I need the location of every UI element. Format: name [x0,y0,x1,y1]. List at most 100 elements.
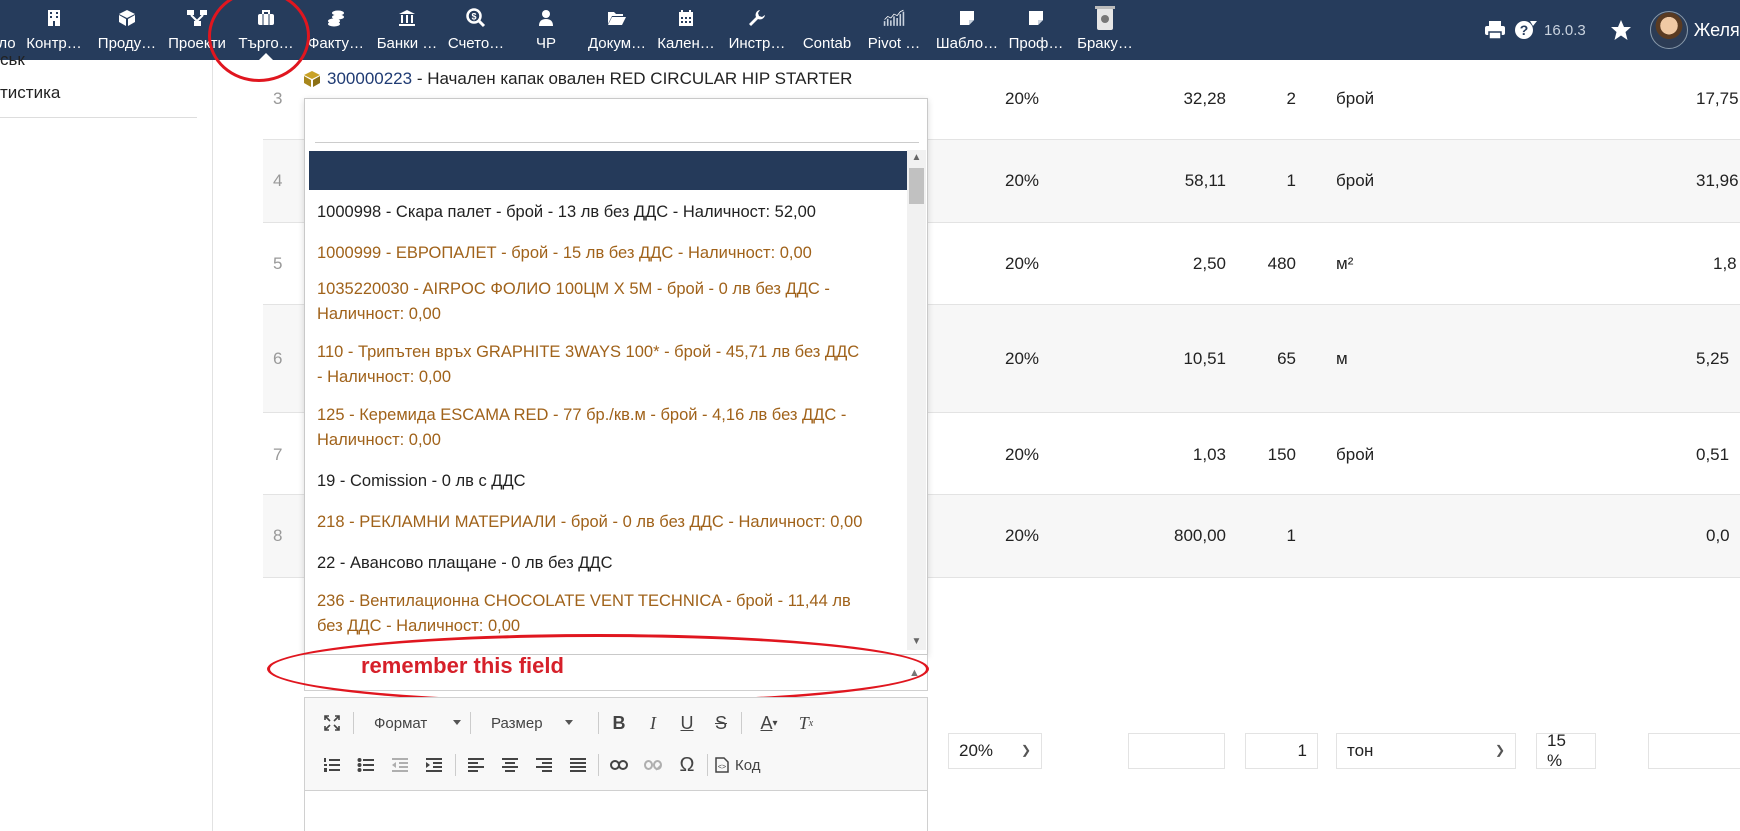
justify-icon[interactable] [565,752,591,778]
align-right-icon[interactable] [531,752,557,778]
nav-label: Браку… [1077,35,1133,52]
nav-item-waste[interactable]: Браку… [1074,0,1136,60]
row-number: 3 [273,89,283,108]
underline-icon[interactable]: U [674,710,700,736]
row-number: 6 [273,349,283,368]
product-dropdown: 1000998 - Скара палет - брой - 13 лв без… [304,98,928,655]
nav-label: Контр… [26,35,82,52]
dropdown-option[interactable]: 1035220030 - AIRPOC ФОЛИО 100ЦМ X 5М - б… [309,272,912,333]
row-vat: 20% [1005,171,1040,190]
row-number: 7 [273,445,283,464]
dropdown-option[interactable]: 1000999 - ЕВРОПАЛЕТ - брой - 15 лв без Д… [309,231,912,272]
toolbar-separator [598,754,599,776]
user-name[interactable]: Желя [1694,20,1740,41]
chevron-down-icon: ❯ [1494,743,1505,757]
nav-label: ЧР [535,35,556,52]
format-select[interactable]: Формат [360,710,465,736]
sidebar-item[interactable]: тистика [0,83,60,103]
italic-icon[interactable]: I [640,710,666,736]
toolbar-separator [470,712,471,734]
source-button[interactable]: <> Код [715,752,761,778]
row-price: 32,28 [1183,89,1226,108]
product-code-link[interactable]: 300000223 [327,69,412,89]
row-unit: брой [1336,171,1375,190]
indent-icon[interactable] [421,752,447,778]
toolbar-separator [455,754,456,776]
link-icon[interactable] [606,752,632,778]
align-center-icon[interactable] [497,752,523,778]
outdent-icon[interactable] [387,752,413,778]
row-price: 58,11 [1184,171,1226,190]
remove-format-icon[interactable]: Tx [793,710,819,736]
numbered-list-icon[interactable] [319,752,345,778]
special-char-icon[interactable]: Ω [674,752,700,778]
dropdown-option[interactable]: 218 - РЕКЛАМНИ МАТЕРИАЛИ - брой - 0 лв б… [309,500,912,541]
dropdown-option[interactable]: 22 - Авансово плащане - 0 лв без ДДС [309,541,912,582]
rich-text-editor: Формат Размер B I U S A ▾ Tx Ω <> Код [304,697,928,831]
dropdown-highlighted-option[interactable] [309,151,912,190]
dropdown-option[interactable]: 110 - Трипътен връх GRAPHITE 3WAYS 100* … [309,333,912,396]
nav-item-pivot[interactable]: Pivot … [864,0,924,60]
unit-select-value: тон [1347,741,1374,760]
nav-label: Проф… [1008,35,1064,52]
align-left-icon[interactable] [463,752,489,778]
nav-item-documents[interactable]: Докум… [586,0,648,60]
toolbar-separator [741,712,742,734]
option-line: 1035220030 - AIRPOC ФОЛИО 100ЦМ X 5М - б… [317,280,830,298]
dropdown-option[interactable]: 125 - Керемида ESCAMA RED - 77 бр./кв.м … [309,396,912,459]
bold-icon[interactable]: B [606,710,632,736]
row-number: 5 [273,254,283,273]
chevron-down-icon: ❯ [1020,743,1031,757]
coins-icon [325,7,347,29]
nav-item-templates[interactable]: Шабло… [936,0,998,60]
nav-item-contacts[interactable]: Контр… [24,0,84,60]
scroll-down-arrow[interactable]: ▼ [907,634,926,650]
dropdown-option[interactable]: 1000998 - Скара палет - брой - 13 лв без… [309,190,912,231]
discount-input[interactable]: 15 % [1536,731,1596,770]
nav-item-profiles[interactable]: Проф… [1006,0,1066,60]
text-color-icon[interactable]: A ▾ [751,710,787,736]
nav-label: Счето… [447,35,505,52]
unlink-icon[interactable] [640,752,666,778]
nav-label: Инстр… [728,35,786,52]
nav-item-invoices[interactable]: Факту… [306,0,366,60]
price-input[interactable] [1128,733,1225,769]
nav-item-calendar[interactable]: Кален… [656,0,716,60]
scroll-up-arrow[interactable]: ▲ [907,150,926,166]
product-line: 300000223 - Начален капак овален RED CIR… [303,69,852,89]
quantity-value: 1 [1297,741,1307,760]
row-total: 17,75 [1696,89,1739,108]
sidebar-item[interactable]: ськ [0,50,25,70]
scroll-thumb[interactable] [909,168,924,204]
unit-select[interactable]: тон ❯ [1336,733,1516,769]
star-icon[interactable] [1610,19,1632,41]
strikethrough-icon[interactable]: S [708,710,734,736]
option-line: 22 - Авансово плащане - 0 лв без ДДС [317,554,613,572]
nav-item-contab[interactable]: Contab [802,0,852,60]
box-icon [116,7,138,29]
dropdown-option[interactable]: 19 - Comission - 0 лв с ДДС [309,459,912,500]
maximize-icon[interactable] [319,710,345,736]
dropdown-scrollbar[interactable]: ▲ ▼ [907,150,926,650]
nav-label: Проду… [97,35,157,52]
nav-item-banks[interactable]: Банки … [374,0,440,60]
quantity-input[interactable]: 1 [1245,733,1318,769]
row-unit: брой [1336,89,1375,108]
nav-item-products[interactable]: Проду… [94,0,160,60]
size-select[interactable]: Размер [477,710,577,736]
editor-content-area[interactable] [305,790,927,831]
avatar[interactable] [1649,11,1688,49]
product-name: Начален капак овален RED CIRCULAR HIP ST… [427,69,853,88]
nav-item-tools[interactable]: Инстр… [726,0,788,60]
chevron-down-icon [565,720,573,725]
total-input[interactable] [1648,733,1740,769]
nav-item-hr[interactable]: ЧР [528,0,564,60]
dropdown-search-input[interactable] [315,107,919,143]
bullet-list-icon[interactable] [353,752,379,778]
print-icon[interactable] [1484,20,1506,40]
nav-item-accounting[interactable]: $ Счето… [446,0,506,60]
help-icon[interactable]: ? [1514,19,1538,41]
nav-label: Банки … [376,35,438,52]
row-qty: 150 [1267,445,1296,464]
vat-select[interactable]: 20% ❯ [948,733,1042,769]
